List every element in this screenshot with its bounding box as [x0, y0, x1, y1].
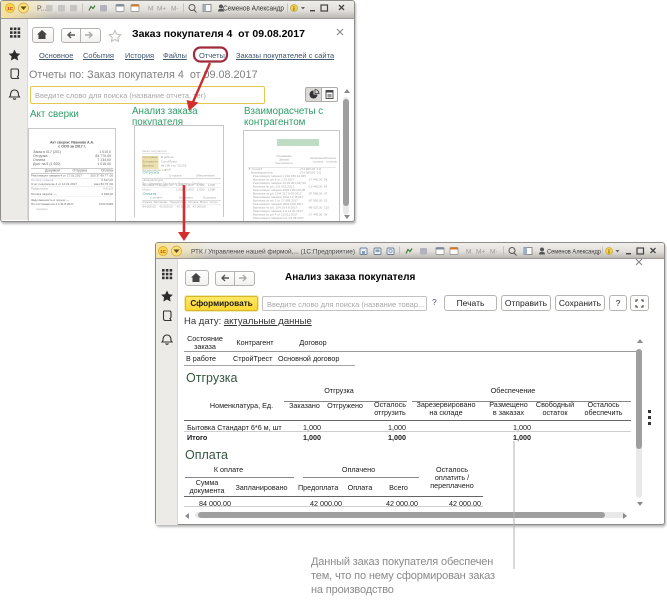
svg-text:М: М — [466, 249, 471, 256]
svg-text:М-: М- — [171, 6, 179, 13]
svg-text:Семенов Александр: Семенов Александр — [223, 6, 284, 13]
svg-text:М+: М+ — [157, 6, 166, 13]
svg-text:М: М — [148, 6, 153, 13]
svg-text:Р...: Р... — [37, 6, 46, 13]
svg-text:М+: М+ — [476, 249, 485, 256]
svg-text:М-: М- — [490, 249, 498, 256]
svg-text:1С: 1С — [160, 249, 167, 254]
svg-text:1С: 1С — [7, 6, 14, 11]
svg-text:РТК / Управление нашей фирмой,: РТК / Управление нашей фирмой,... (1С:Пр… — [191, 248, 355, 256]
svg-text:Семенов Александр: Семенов Александр — [547, 249, 601, 256]
